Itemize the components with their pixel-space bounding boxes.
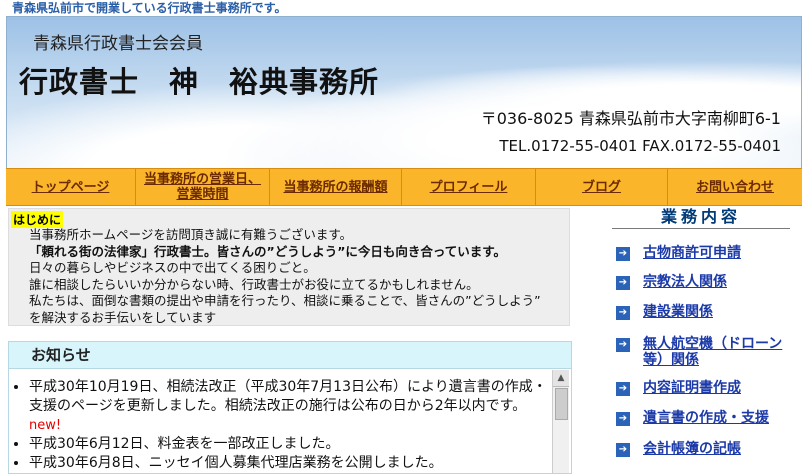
service-label[interactable]: 建設業関係 [643,304,713,320]
news-item: 平成30年10月19日、相続法改正（平成30年7月13日公布）により遺言書の作成… [29,378,553,435]
intro-section: はじめに 当事務所ホームページを訪問頂き誠に有難うございます。 「頼れる街の法律… [8,208,570,326]
news-item: 平成30年6月12日、料金表を一部改正しました。 [29,435,553,454]
main-nav: トップページ 当事務所の営業日、営業時間 当事務所の報酬額 プロフィール ブログ… [6,168,802,206]
scroll-up-arrow-icon[interactable]: ▲ [553,370,569,387]
service-link-religious[interactable]: ➔ 宗教法人関係 [616,274,802,290]
intro-line: 私たちは、面倒な書類の提出や申請を行ったり、相談に乗ることで、皆さんの”どうしよ… [29,293,541,308]
arrow-right-icon: ➔ [616,338,630,352]
service-label[interactable]: 古物商許可申請 [643,245,741,261]
service-link-bookkeeping[interactable]: ➔ 会計帳簿の記帳 [616,441,802,457]
intro-heading: はじめに [11,211,64,228]
service-link-drone[interactable]: ➔ 無人航空機（ドローン等）関係 [616,336,802,368]
services-title: 業務内容 [612,206,790,229]
office-name: 行政書士 神 裕典事務所 [19,65,380,99]
arrow-right-icon: ➔ [616,276,630,290]
intro-line: を解決するお手伝いをしています [29,309,217,325]
service-link-antique[interactable]: ➔ 古物商許可申請 [616,245,802,261]
arrow-right-icon: ➔ [616,412,630,426]
site-tagline: 青森県弘前市で開業している行政書士事務所です。 [12,1,287,15]
service-link-construction[interactable]: ➔ 建設業関係 [616,304,802,320]
header-banner: 青森県行政書士会会員 行政書士 神 裕典事務所 〒036-8025 青森県弘前市… [6,16,802,170]
nav-contact[interactable]: お問い合わせ [668,169,802,205]
intro-text: 当事務所ホームページを訪問頂き誠に有難うございます。 「頼れる街の法律家」行政書… [29,227,541,326]
arrow-right-icon: ➔ [616,247,630,261]
news-item: 平成30年6月8日、ニッセイ個人募集代理店業務を公開しました。 [29,454,553,473]
news-item-text: 平成30年6月12日、料金表を一部改正しました。 [29,436,340,452]
news-title: お知らせ [9,342,571,369]
nav-business-hours[interactable]: 当事務所の営業日、営業時間 [136,169,270,205]
news-list[interactable]: 平成30年10月19日、相続法改正（平成30年7月13日公布）により遺言書の作成… [9,370,553,473]
intro-line: 当事務所ホームページを訪問頂き誠に有難うございます。 [29,227,353,242]
arrow-right-icon: ➔ [616,306,630,320]
intro-line: 誰に相談したらいいか分からない時、行政書士がお役に立てるかもしれません。 [29,276,479,292]
service-link-will[interactable]: ➔ 遺言書の作成・支援 [616,410,802,426]
nav-top-page[interactable]: トップページ [6,169,136,205]
news-scrollbar[interactable]: ▲ [552,370,569,473]
news-item-text: 平成30年10月19日、相続法改正（平成30年7月13日公布）により遺言書の作成… [29,379,547,414]
service-label[interactable]: 会計帳簿の記帳 [643,441,741,457]
association-label: 青森県行政書士会会員 [33,34,203,54]
scroll-thumb[interactable] [555,388,568,420]
nav-blog[interactable]: ブログ [536,169,668,205]
service-label[interactable]: 内容証明書作成 [643,380,741,396]
arrow-right-icon: ➔ [616,382,630,396]
intro-line: 「頼れる街の法律家」行政書士。皆さんの”どうしよう”に今日も向き合っています。 [29,243,507,259]
office-phone: TEL.0172-55-0401 FAX.0172-55-0401 [499,137,781,155]
service-label[interactable]: 遺言書の作成・支援 [643,410,769,426]
news-panel: お知らせ 平成30年10月19日、相続法改正（平成30年7月13日公布）により遺… [8,341,572,474]
service-label[interactable]: 宗教法人関係 [643,274,727,290]
intro-line: 日々の暮らしやビジネスの中で出てくる困りごと。 [29,260,316,275]
service-label[interactable]: 無人航空機（ドローン等）関係 [643,336,802,368]
new-badge: new! [29,418,62,433]
service-link-certified-letter[interactable]: ➔ 内容証明書作成 [616,380,802,396]
nav-profile[interactable]: プロフィール [402,169,536,205]
arrow-right-icon: ➔ [616,443,630,457]
news-item-text: 平成30年6月8日、ニッセイ個人募集代理店業務を公開しました。 [29,455,443,471]
nav-fees[interactable]: 当事務所の報酬額 [270,169,402,205]
office-address: 〒036-8025 青森県弘前市大字南柳町6-1 [480,109,781,128]
